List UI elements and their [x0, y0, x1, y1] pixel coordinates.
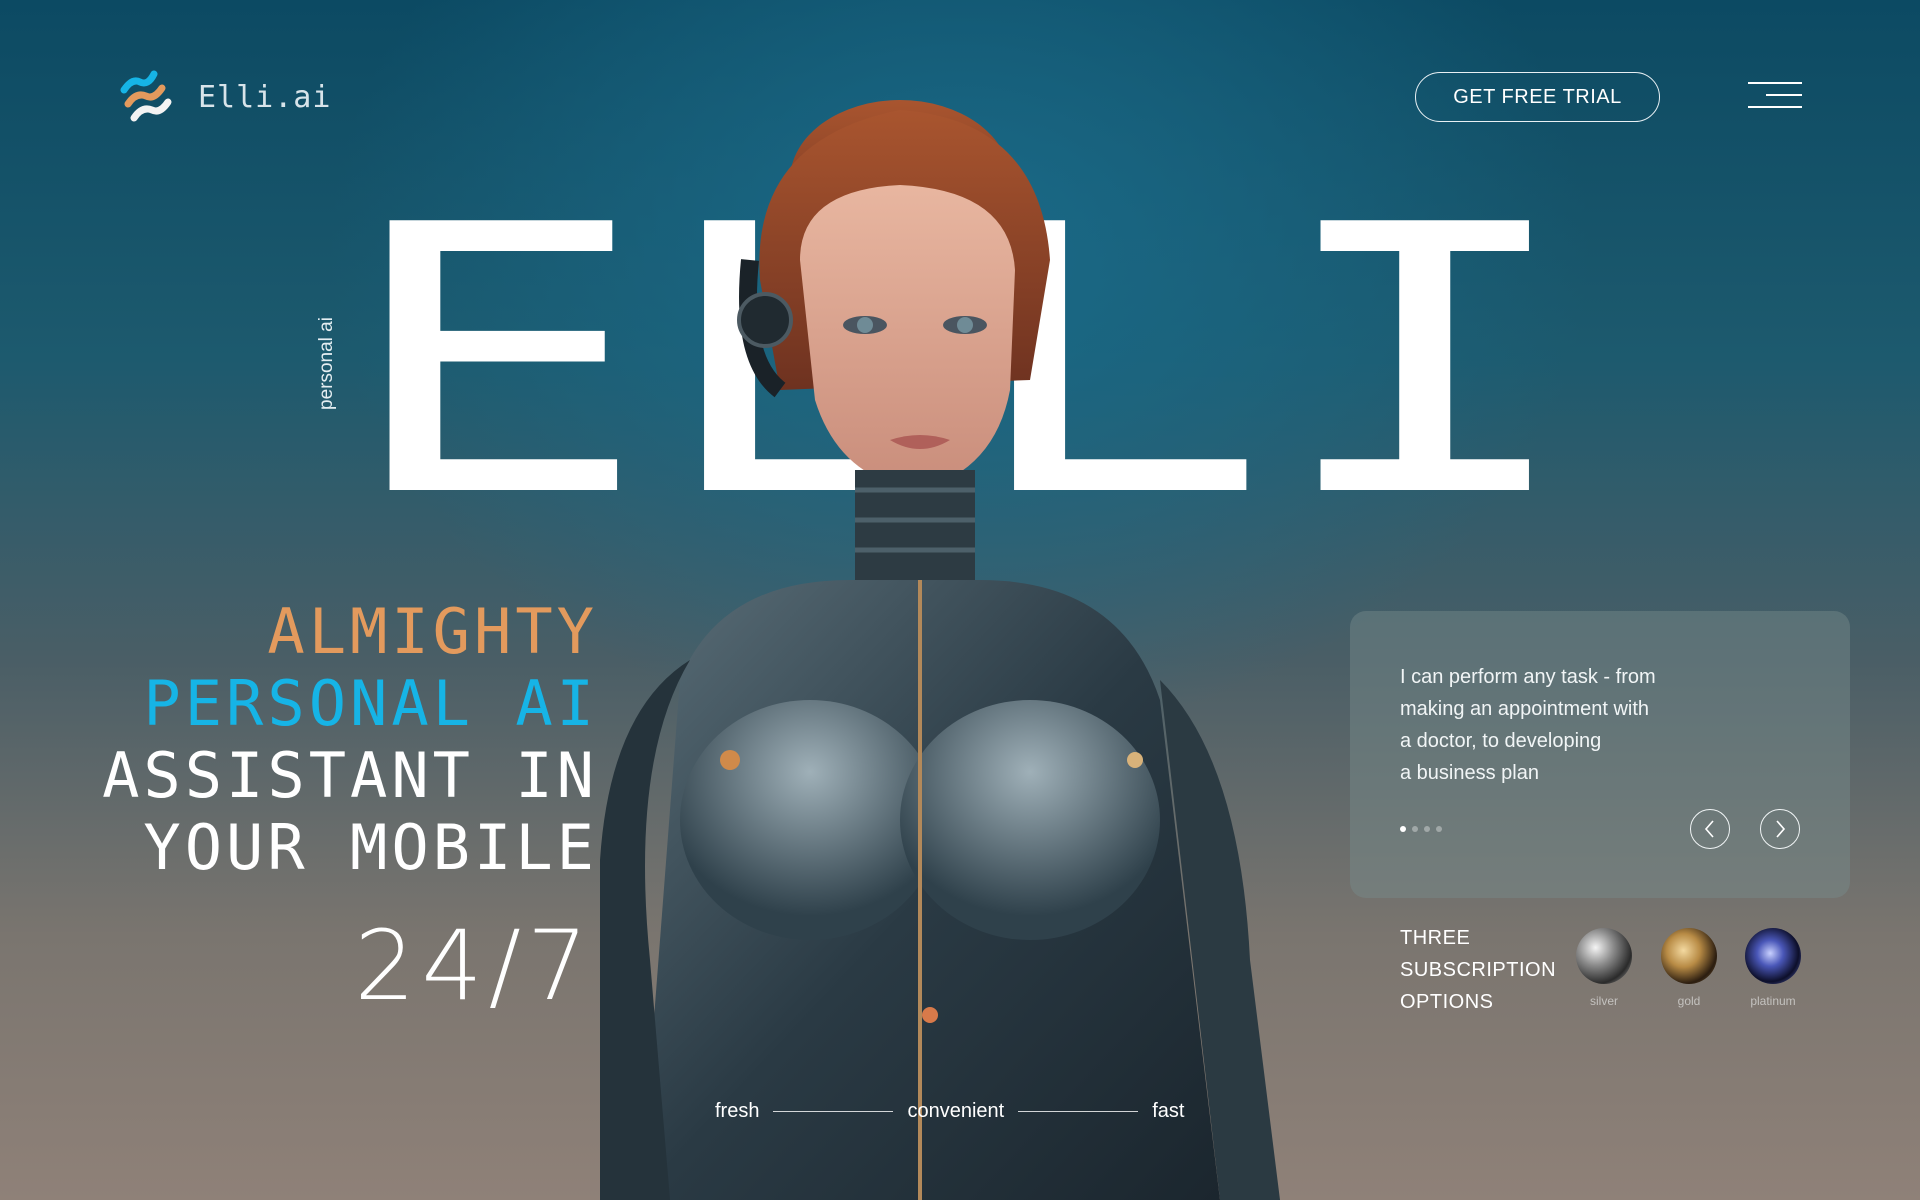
tag-fast: fast — [1152, 1100, 1185, 1122]
next-slide-button[interactable] — [1760, 809, 1800, 849]
personal-ai-vertical-label: personal ai — [316, 317, 337, 410]
divider — [773, 1111, 894, 1112]
feature-tags: fresh convenient fast — [715, 1100, 1184, 1123]
subscriptions-title-line: THREE — [1400, 927, 1471, 949]
logo-waves-icon — [120, 70, 172, 122]
subscription-gold[interactable]: gold — [1661, 928, 1717, 1008]
availability-24-7: 24/7 — [354, 910, 594, 1022]
gold-orb-icon — [1661, 928, 1717, 984]
subscription-label: platinum — [1750, 994, 1796, 1008]
tag-fresh: fresh — [715, 1100, 760, 1122]
slider-dot[interactable] — [1412, 826, 1418, 832]
subscription-platinum[interactable]: platinum — [1745, 928, 1801, 1008]
chevron-right-icon — [1776, 820, 1786, 838]
subscriptions-title-line: OPTIONS — [1400, 991, 1494, 1013]
feature-card-line: a doctor, to developing — [1400, 730, 1602, 752]
headline-line-assistant: ASSISTANT IN — [102, 739, 598, 812]
hero-headline: ALMIGHTY PERSONAL AI ASSISTANT IN YOUR M… — [102, 596, 598, 884]
feature-card: I can perform any task - from making an … — [1350, 611, 1850, 898]
headline-line-almighty: ALMIGHTY — [267, 595, 598, 668]
slider-dot[interactable] — [1400, 826, 1406, 832]
slider-pagination — [1400, 826, 1442, 832]
hamburger-menu-icon[interactable] — [1748, 80, 1802, 114]
feature-card-line: making an appointment with — [1400, 698, 1650, 720]
menu-line — [1748, 106, 1802, 108]
brand-name: Elli.ai — [198, 79, 332, 115]
slider-dot[interactable] — [1436, 826, 1442, 832]
headline-line-personal-ai: PERSONAL AI — [143, 667, 598, 740]
subscriptions-title: THREE SUBSCRIPTION OPTIONS — [1400, 922, 1556, 1018]
silver-orb-icon — [1576, 928, 1632, 984]
menu-line — [1748, 82, 1802, 84]
menu-line — [1766, 94, 1802, 96]
platinum-orb-icon — [1745, 928, 1801, 984]
subscription-label: silver — [1589, 994, 1618, 1008]
prev-slide-button[interactable] — [1690, 809, 1730, 849]
brand-logo[interactable]: Elli.ai — [118, 68, 331, 126]
slider-dot[interactable] — [1424, 826, 1430, 832]
subscription-label: gold — [1677, 994, 1701, 1008]
chevron-left-icon — [1704, 820, 1714, 838]
headline-line-mobile: YOUR MOBILE — [143, 811, 598, 884]
feature-card-text: I can perform any task - from making an … — [1400, 661, 1700, 789]
feature-card-line: a business plan — [1400, 762, 1539, 784]
feature-card-line: I can perform any task - from — [1400, 666, 1656, 688]
subscription-silver[interactable]: silver — [1576, 928, 1632, 1008]
divider — [1018, 1111, 1139, 1112]
get-free-trial-button[interactable]: GET FREE TRIAL — [1415, 72, 1660, 122]
subscriptions-title-line: SUBSCRIPTION — [1400, 959, 1557, 981]
ai-android-figure — [600, 100, 1280, 1200]
tag-convenient: convenient — [907, 1100, 1005, 1122]
